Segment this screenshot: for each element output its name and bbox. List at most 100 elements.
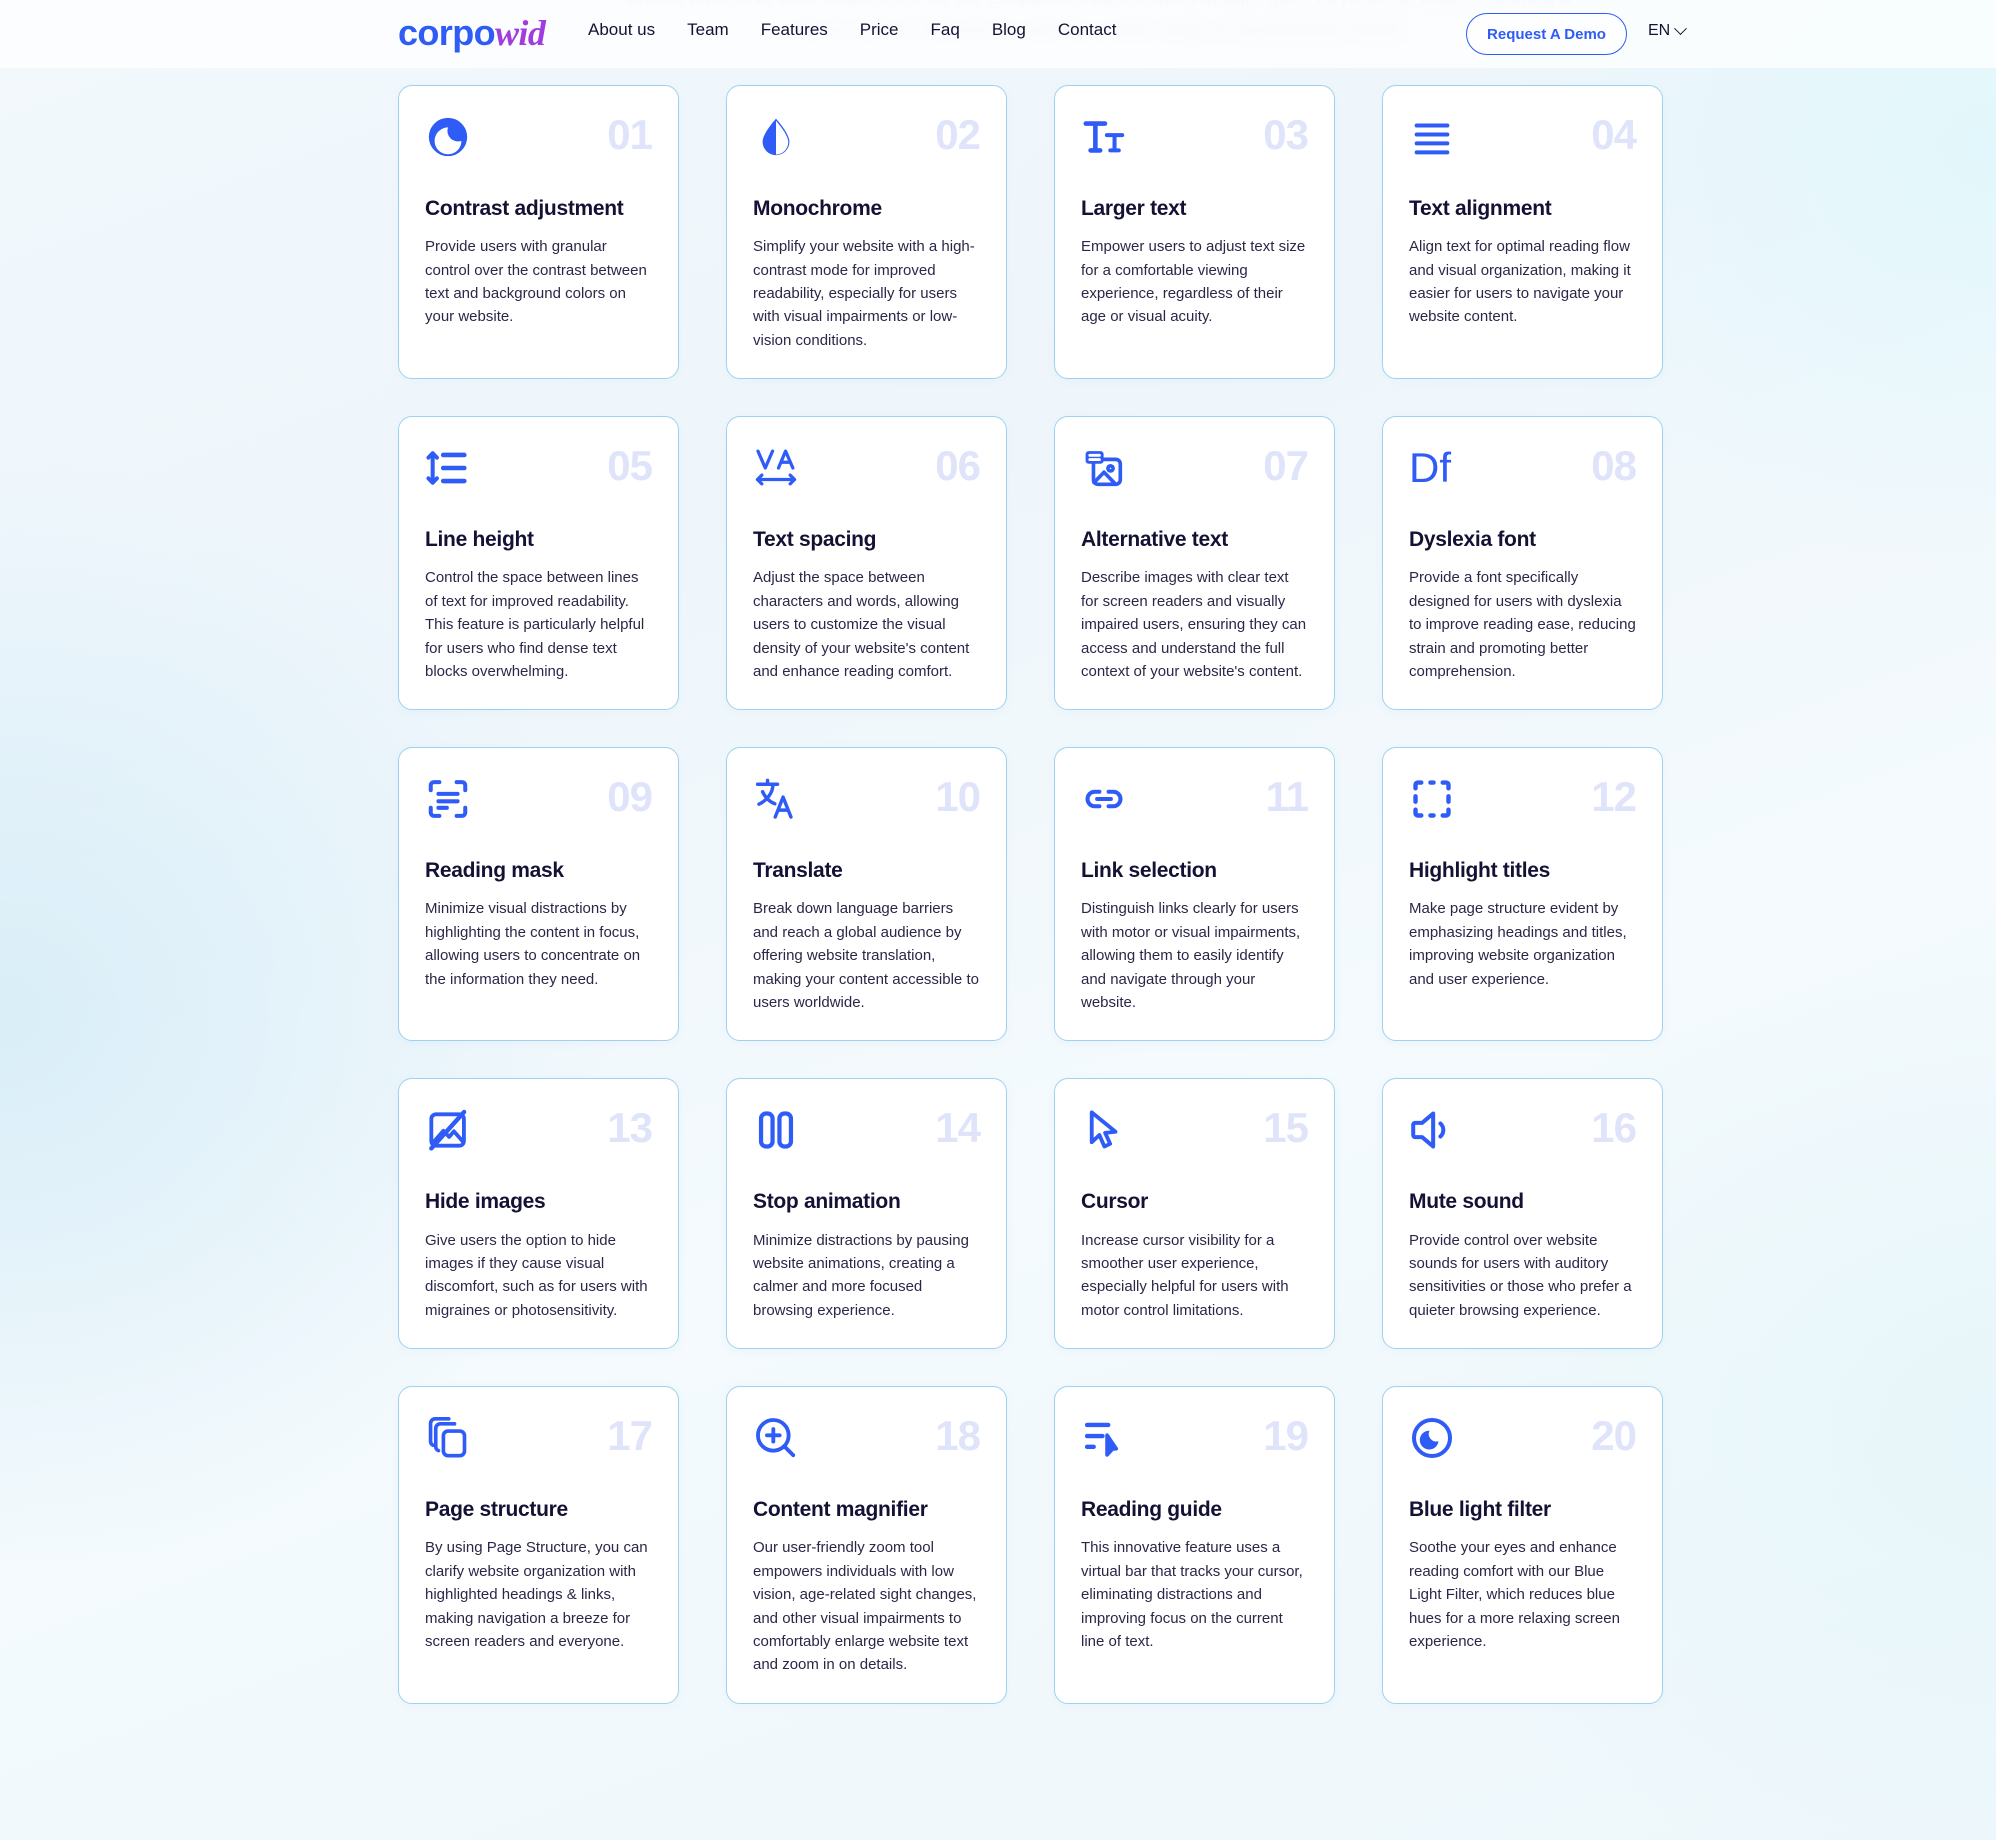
feature-card[interactable]: 17 Page structure By using Page Structur… (398, 1386, 679, 1704)
feature-card[interactable]: 18 Content magnifier Our user-friendly z… (726, 1386, 1007, 1704)
card-title: Larger text (1081, 197, 1187, 220)
feature-card[interactable]: 01 Contrast adjustment Provide users wit… (398, 85, 679, 380)
feature-card[interactable]: 06 Text spacing Adjust the space between… (726, 416, 1007, 711)
feature-card[interactable]: 10 Translate Break down language barrier… (726, 747, 1007, 1042)
feature-card[interactable]: 05 Line height Control the space between… (398, 416, 679, 711)
text-size-icon (1081, 112, 1131, 162)
card-header: 04 (1409, 111, 1637, 174)
card-description: Give users the option to hide images if … (425, 1231, 648, 1319)
card-header: 13 (425, 1104, 653, 1167)
card-header: 05 (425, 442, 653, 505)
feature-card[interactable]: 16 Mute sound Provide control over websi… (1382, 1078, 1663, 1350)
logo-part-primary: corpo (398, 12, 496, 53)
feature-card[interactable]: 07 Alternative text Describe images with… (1054, 416, 1335, 711)
feature-card[interactable]: 03 Larger text Empower users to adjust t… (1054, 85, 1335, 380)
nav-item-about-us[interactable]: About us (588, 20, 655, 40)
card-number: 01 (607, 111, 653, 158)
card-header: 11 (1081, 773, 1309, 836)
card-number: 08 (1591, 442, 1637, 490)
image-alt-text-icon (1081, 443, 1131, 493)
translate-icon (753, 774, 803, 824)
card-header: 09 (425, 774, 653, 836)
card-title: Blue light filter (1409, 1498, 1551, 1522)
card-number: 17 (607, 1412, 653, 1460)
speaker-mute-icon (1409, 1105, 1459, 1155)
nav-item-contact[interactable]: Contact (1058, 20, 1117, 40)
nav-item-blog[interactable]: Blog (992, 20, 1026, 40)
card-title: Mute sound (1409, 1190, 1524, 1214)
card-header: Df 08 (1409, 442, 1637, 505)
feature-card[interactable]: 09 Reading mask Minimize visual distract… (398, 747, 679, 1042)
feature-card[interactable]: 12 Highlight titles Make page structure … (1382, 747, 1663, 1042)
card-title: Cursor (1081, 1190, 1149, 1214)
logo[interactable]: corpowid (398, 12, 546, 54)
card-title: Text spacing (753, 528, 877, 552)
nav-item-team[interactable]: Team (687, 20, 729, 40)
card-header: 19 (1081, 1412, 1309, 1475)
feature-card[interactable]: 13 Hide images Give users the option to … (398, 1078, 679, 1350)
feature-card[interactable]: 15 Cursor Increase cursor visibility for… (1054, 1078, 1335, 1350)
cursor-arrow-icon (1081, 1105, 1131, 1155)
droplet-half-icon (753, 112, 803, 162)
card-number: 05 (607, 442, 653, 490)
feature-card[interactable]: Df 08 Dyslexia font Provide a font speci… (1382, 416, 1663, 711)
card-description: Control the space between lines of text … (425, 569, 645, 680)
card-number: 02 (935, 111, 981, 158)
card-header: 06 (753, 443, 981, 505)
card-description: Empower users to adjust text size for a … (1081, 238, 1306, 326)
line-height-icon (425, 443, 475, 493)
card-description: Increase cursor visibility for a smoothe… (1081, 1231, 1289, 1319)
card-description: Distinguish links clearly for users with… (1081, 900, 1301, 1012)
card-title: Alternative text (1081, 528, 1228, 552)
card-description: Simplify your website with a high-contra… (753, 238, 975, 349)
feature-card[interactable]: 19 Reading guide This innovative feature… (1054, 1386, 1335, 1704)
card-number: 12 (1591, 773, 1637, 821)
card-number: 15 (1263, 1104, 1309, 1152)
chevron-down-icon (1674, 21, 1688, 35)
feature-card[interactable]: 14 Stop animation Minimize distractions … (726, 1078, 1007, 1350)
card-number: 16 (1591, 1104, 1637, 1152)
features-grid: 01 Contrast adjustment Provide users wit… (398, 85, 1688, 1704)
feature-card[interactable]: 04 Text alignment Align text for optimal… (1382, 85, 1663, 380)
layers-stack-icon (425, 1413, 475, 1463)
reading-mask-icon (425, 774, 475, 824)
card-number: 14 (935, 1104, 981, 1152)
align-lines-icon (1409, 112, 1459, 162)
card-header: 02 (753, 111, 981, 174)
card-number: 07 (1263, 442, 1309, 490)
card-title: Content magnifier (753, 1498, 928, 1522)
blue-light-filter-icon (1409, 1413, 1459, 1463)
language-selector[interactable]: EN (1648, 21, 1688, 40)
card-header: 10 (753, 774, 981, 836)
card-number: 19 (1263, 1412, 1309, 1460)
card-description: Adjust the space between characters and … (753, 569, 970, 680)
link-chain-icon (1081, 774, 1131, 824)
card-number: 11 (1265, 773, 1309, 821)
card-number: 04 (1591, 111, 1637, 158)
card-header: 17 (425, 1412, 653, 1475)
feature-card[interactable]: 02 Monochrome Simplify your website with… (726, 85, 1007, 380)
reading-guide-icon (1081, 1413, 1131, 1463)
nav-item-faq[interactable]: Faq (931, 20, 960, 40)
pause-icon (753, 1105, 803, 1155)
card-header: 03 (1081, 111, 1309, 174)
card-header: 15 (1081, 1104, 1309, 1167)
letter-spacing-icon (753, 443, 803, 493)
card-title: Translate (753, 859, 843, 883)
nav-item-features[interactable]: Features (761, 20, 828, 40)
language-selector-label: EN (1648, 22, 1671, 39)
card-header: 18 (753, 1413, 981, 1475)
feature-card[interactable]: 20 Blue light filter Soothe your eyes an… (1382, 1386, 1663, 1704)
main-nav: About us Team Features Price Faq Blog Co… (588, 20, 1116, 40)
card-title: Reading guide (1081, 1498, 1222, 1522)
feature-card[interactable]: 11 Link selection Distinguish links clea… (1054, 747, 1335, 1042)
card-description: Align text for optimal reading flow and … (1409, 238, 1631, 326)
card-number: 03 (1263, 111, 1309, 158)
card-description: Make page structure evident by emphasizi… (1409, 900, 1627, 988)
card-title: Line height (425, 528, 534, 552)
card-number: 13 (607, 1104, 653, 1152)
request-demo-button[interactable]: Request A Demo (1466, 13, 1627, 55)
nav-item-price[interactable]: Price (860, 20, 899, 40)
card-description: This innovative feature uses a virtual b… (1081, 1539, 1303, 1650)
card-header: 20 (1409, 1413, 1637, 1475)
